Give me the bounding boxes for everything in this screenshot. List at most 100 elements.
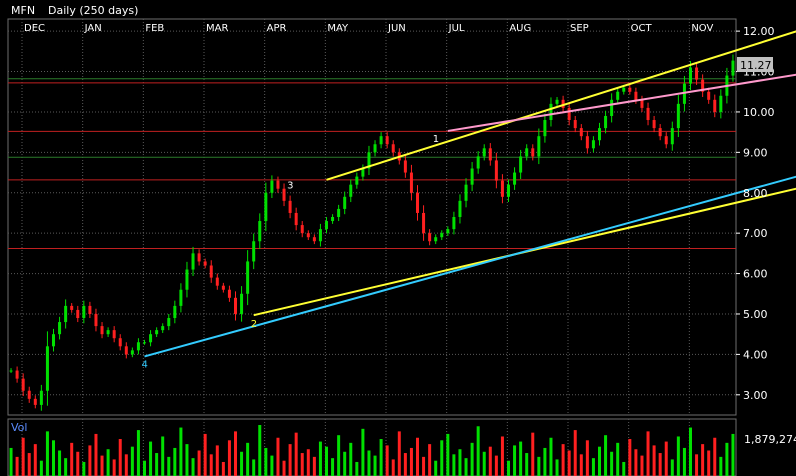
- last-price-value: 11.27: [740, 59, 772, 72]
- volume-bar: [64, 458, 68, 476]
- volume-bar: [585, 440, 589, 476]
- candle-body: [488, 148, 492, 161]
- volume-bar: [725, 442, 729, 476]
- y-tick-label: 6.00: [743, 268, 768, 281]
- volume-bar: [488, 446, 492, 476]
- candle-body: [300, 225, 304, 234]
- y-tick-label: 8.00: [743, 187, 768, 200]
- candle-body: [173, 305, 177, 319]
- candle-body: [482, 148, 486, 157]
- candle-body: [531, 148, 535, 157]
- candle-body: [252, 241, 256, 262]
- volume-bar: [719, 456, 723, 476]
- y-tick-label: 4.00: [743, 348, 768, 361]
- volume-bar: [403, 453, 407, 476]
- volume-bar: [610, 451, 614, 476]
- volume-bar: [482, 451, 486, 476]
- volume-bar: [343, 451, 347, 476]
- candle-body: [155, 330, 159, 335]
- volume-bar: [428, 444, 432, 476]
- volume-bar: [355, 461, 359, 476]
- candle-body: [179, 289, 183, 306]
- candle-body: [343, 196, 347, 209]
- candle-body: [713, 99, 717, 112]
- month-label: DEC: [24, 23, 45, 34]
- volume-bar: [543, 447, 547, 476]
- volume-bar: [167, 456, 171, 476]
- candle-body: [258, 221, 262, 242]
- month-label: MAY: [327, 23, 349, 34]
- candle-body: [355, 176, 359, 185]
- candle-body: [525, 148, 529, 157]
- volume-bar: [367, 450, 371, 476]
- candle-body: [306, 233, 310, 238]
- candle-body: [646, 107, 650, 121]
- volume-bar: [258, 425, 262, 476]
- volume-bar: [494, 455, 498, 476]
- volume-bar: [409, 447, 413, 476]
- candle-body: [464, 184, 468, 201]
- volume-bar: [21, 437, 25, 476]
- candle-body: [361, 168, 365, 177]
- volume-bar: [416, 437, 419, 476]
- candle-body: [616, 91, 620, 100]
- candle-body: [325, 221, 328, 230]
- volume-bar: [331, 458, 335, 476]
- candle-body: [82, 305, 86, 319]
- candle-body: [446, 229, 450, 234]
- volume-bar: [161, 436, 165, 476]
- candle-body: [591, 140, 595, 149]
- volume-bar: [549, 437, 553, 476]
- candle-body: [100, 326, 104, 335]
- wave-label: 4: [142, 359, 148, 370]
- candle-body: [379, 136, 383, 145]
- volume-bar: [622, 461, 626, 476]
- volume-bar: [215, 445, 219, 476]
- candle-body: [240, 293, 244, 314]
- volume-bar: [652, 445, 656, 476]
- candle-body: [312, 237, 316, 242]
- candle-body: [161, 326, 165, 331]
- volume-bar: [252, 459, 256, 476]
- volume-bar: [470, 442, 474, 476]
- candle-body: [500, 180, 504, 197]
- candle-body: [331, 217, 335, 222]
- stock-chart: 3.004.005.006.007.008.009.0010.0011.0012…: [0, 0, 796, 476]
- volume-bar: [682, 447, 686, 476]
- candle-body: [476, 156, 480, 169]
- volume-bar: [500, 436, 504, 476]
- volume-value: 1,879,274: [744, 433, 796, 446]
- volume-bar: [555, 459, 559, 476]
- candle-body: [628, 87, 632, 92]
- candle-body: [70, 305, 74, 310]
- candle-body: [513, 172, 517, 185]
- volume-bar: [9, 447, 13, 476]
- volume-bar: [604, 435, 608, 476]
- candle-body: [143, 342, 146, 344]
- volume-bar: [240, 451, 244, 476]
- volume-bar: [391, 459, 395, 476]
- month-label: APR: [267, 23, 287, 34]
- candle-body: [276, 180, 280, 189]
- candle-body: [209, 265, 213, 278]
- candle-body: [555, 99, 559, 104]
- candle-body: [136, 342, 140, 351]
- candle-body: [452, 217, 456, 230]
- volume-bar: [288, 444, 292, 476]
- candle-body: [167, 318, 171, 327]
- volume-bar: [227, 440, 231, 476]
- candle-body: [507, 184, 510, 197]
- volume-bar: [385, 445, 389, 476]
- volume-bar: [731, 433, 735, 476]
- volume-bar: [670, 459, 674, 476]
- candle-body: [634, 91, 638, 100]
- volume-bar: [676, 436, 680, 476]
- candle-body: [112, 330, 116, 339]
- volume-bar: [173, 447, 177, 476]
- candle-body: [573, 120, 577, 129]
- candle-body: [270, 180, 274, 193]
- candle-body: [191, 253, 195, 270]
- volume-bar: [434, 460, 438, 476]
- volume-label: Vol: [11, 421, 27, 434]
- volume-bar: [513, 445, 517, 476]
